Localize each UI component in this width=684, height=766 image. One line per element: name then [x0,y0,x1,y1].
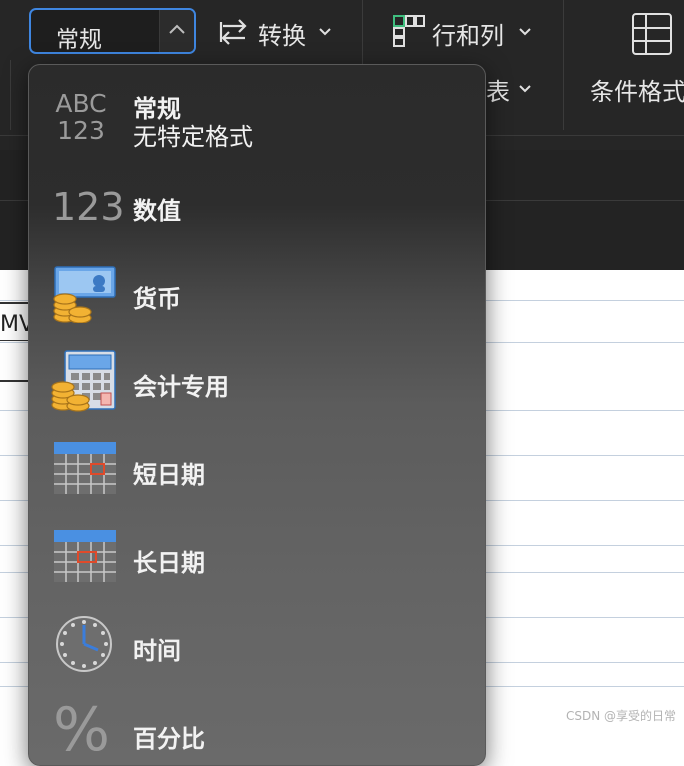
menu-item-label: 货币 [133,285,181,313]
menu-item-label: 数值 [133,197,181,225]
menu-item-label: 长日期 [133,549,205,577]
conditional-format-button[interactable]: 条件格式 [590,72,684,107]
menu-item-accounting[interactable]: 会计专用 [29,337,485,425]
convert-button[interactable]: 转换 [258,16,306,51]
convert-icon[interactable] [217,16,251,48]
watermark: CSDN @享受的日常 [565,709,676,723]
menu-item-label: 百分比 [133,725,205,753]
abc-text: ABC [55,89,107,118]
menu-item-label: 时间 [133,637,181,665]
abc-123-icon: ABC 123 [48,90,114,144]
rows-columns-icon[interactable] [392,14,426,48]
menu-item-long-date[interactable]: 长日期 [29,513,485,601]
chevron-down-icon[interactable] [319,27,331,36]
num-text: 123 [57,116,105,145]
menu-item-general[interactable]: ABC 123 常规 无特定格式 [29,77,485,165]
menu-item-currency[interactable]: 货币 [29,249,485,337]
number-123-icon: 123 [52,185,125,229]
chevron-down-icon[interactable] [519,27,531,36]
clock-icon [56,616,112,672]
menu-item-short-date[interactable]: 短日期 [29,425,485,513]
chevron-down-icon[interactable] [519,84,531,93]
menu-item-number[interactable]: 123 数值 [29,161,485,249]
menu-item-label: 短日期 [133,461,205,489]
percent-icon: % [53,695,111,765]
menu-item-label: 会计专用 [133,373,229,401]
number-format-select[interactable]: 常规 [29,8,196,54]
table-button[interactable]: 表 [486,72,510,107]
menu-item-time[interactable]: 时间 [29,601,485,689]
chevron-up-icon [169,24,185,34]
number-format-menu: ABC 123 常规 无特定格式 123 数值 货币 会计专用 短日期 长日期 … [28,64,486,766]
rows-columns-button[interactable]: 行和列 [432,16,504,51]
number-format-value: 常规 [56,27,102,53]
conditional-format-icon[interactable] [631,12,673,56]
format-dropdown-toggle[interactable] [159,10,194,52]
accounting-calculator-icon [51,350,116,412]
currency-coins-icon [53,266,116,323]
menu-item-description: 无特定格式 [133,123,253,151]
menu-item-percent[interactable]: % 百分比 [29,689,485,765]
long-date-calendar-icon [54,530,116,582]
short-date-calendar-icon [54,442,116,494]
